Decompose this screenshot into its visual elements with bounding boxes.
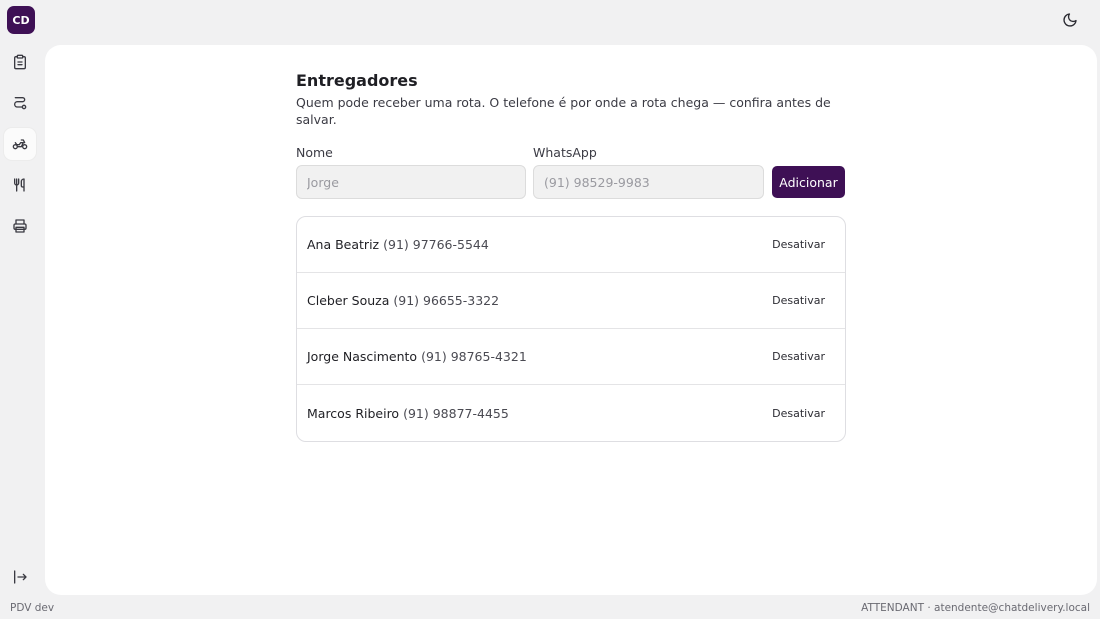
- courier-row: Jorge Nascimento (91) 98765-4321 Desativ…: [297, 329, 845, 385]
- page-description: Quem pode receber uma rota. O telefone é…: [296, 95, 831, 127]
- deactivate-button[interactable]: Desativar: [772, 294, 825, 307]
- courier-phone: (91) 96655-3322: [393, 293, 500, 308]
- nav-printers[interactable]: [4, 210, 36, 242]
- name-label: Nome: [296, 145, 333, 160]
- nav-couriers[interactable]: [4, 128, 36, 160]
- courier-row: Cleber Souza (91) 96655-3322 Desativar: [297, 273, 845, 329]
- courier-phone: (91) 98877-4455: [403, 405, 509, 421]
- whatsapp-input[interactable]: [533, 165, 764, 199]
- utensils-icon: [14, 178, 25, 192]
- add-courier-form: Nome WhatsApp Adicionar: [296, 145, 845, 201]
- environment-label: PDV dev: [10, 602, 55, 614]
- nav-menu[interactable]: [4, 169, 36, 201]
- courier-phone: (91) 97766-5544: [383, 237, 489, 252]
- courier-name: Cleber Souza: [307, 293, 390, 308]
- clipboard-icon: [14, 54, 26, 70]
- logout-button[interactable]: [4, 561, 36, 593]
- app-logo[interactable]: CD: [7, 6, 35, 34]
- nav-routes[interactable]: [4, 87, 36, 119]
- deactivate-button[interactable]: Desativar: [772, 407, 825, 420]
- route-icon: [14, 97, 27, 110]
- deactivate-button[interactable]: Desativar: [772, 350, 825, 363]
- motorcycle-icon: [12, 139, 28, 150]
- name-input[interactable]: [296, 165, 526, 199]
- courier-phone: (91) 98765-4321: [421, 349, 527, 364]
- page-title: Entregadores: [296, 71, 418, 90]
- sidebar: CD: [0, 0, 42, 619]
- logout-icon: [14, 570, 27, 584]
- courier-name: Ana Beatriz: [307, 237, 380, 252]
- deactivate-button[interactable]: Desativar: [772, 238, 825, 251]
- courier-row: Marcos Ribeiro (91) 98877-4455 Desativar: [297, 385, 845, 441]
- courier-name: Marcos Ribeiro: [307, 405, 400, 421]
- courier-row: Ana Beatriz (91) 97766-5544 Desativar: [297, 217, 845, 273]
- moon-icon: [1063, 13, 1077, 27]
- nav-orders[interactable]: [4, 46, 36, 78]
- user-info: ATTENDANT · atendente@chatdelivery.local: [861, 602, 1090, 614]
- courier-name: Jorge Nascimento: [307, 349, 418, 364]
- couriers-section: Entregadores Quem pode receber uma rota.…: [296, 71, 846, 442]
- printer-icon: [13, 219, 27, 233]
- whatsapp-label: WhatsApp: [533, 145, 597, 160]
- add-courier-button[interactable]: Adicionar: [772, 166, 845, 198]
- courier-list: Ana Beatriz (91) 97766-5544 Desativar Cl…: [296, 216, 846, 442]
- theme-toggle-button[interactable]: [1059, 9, 1081, 31]
- main-panel: Entregadores Quem pode receber uma rota.…: [45, 45, 1097, 595]
